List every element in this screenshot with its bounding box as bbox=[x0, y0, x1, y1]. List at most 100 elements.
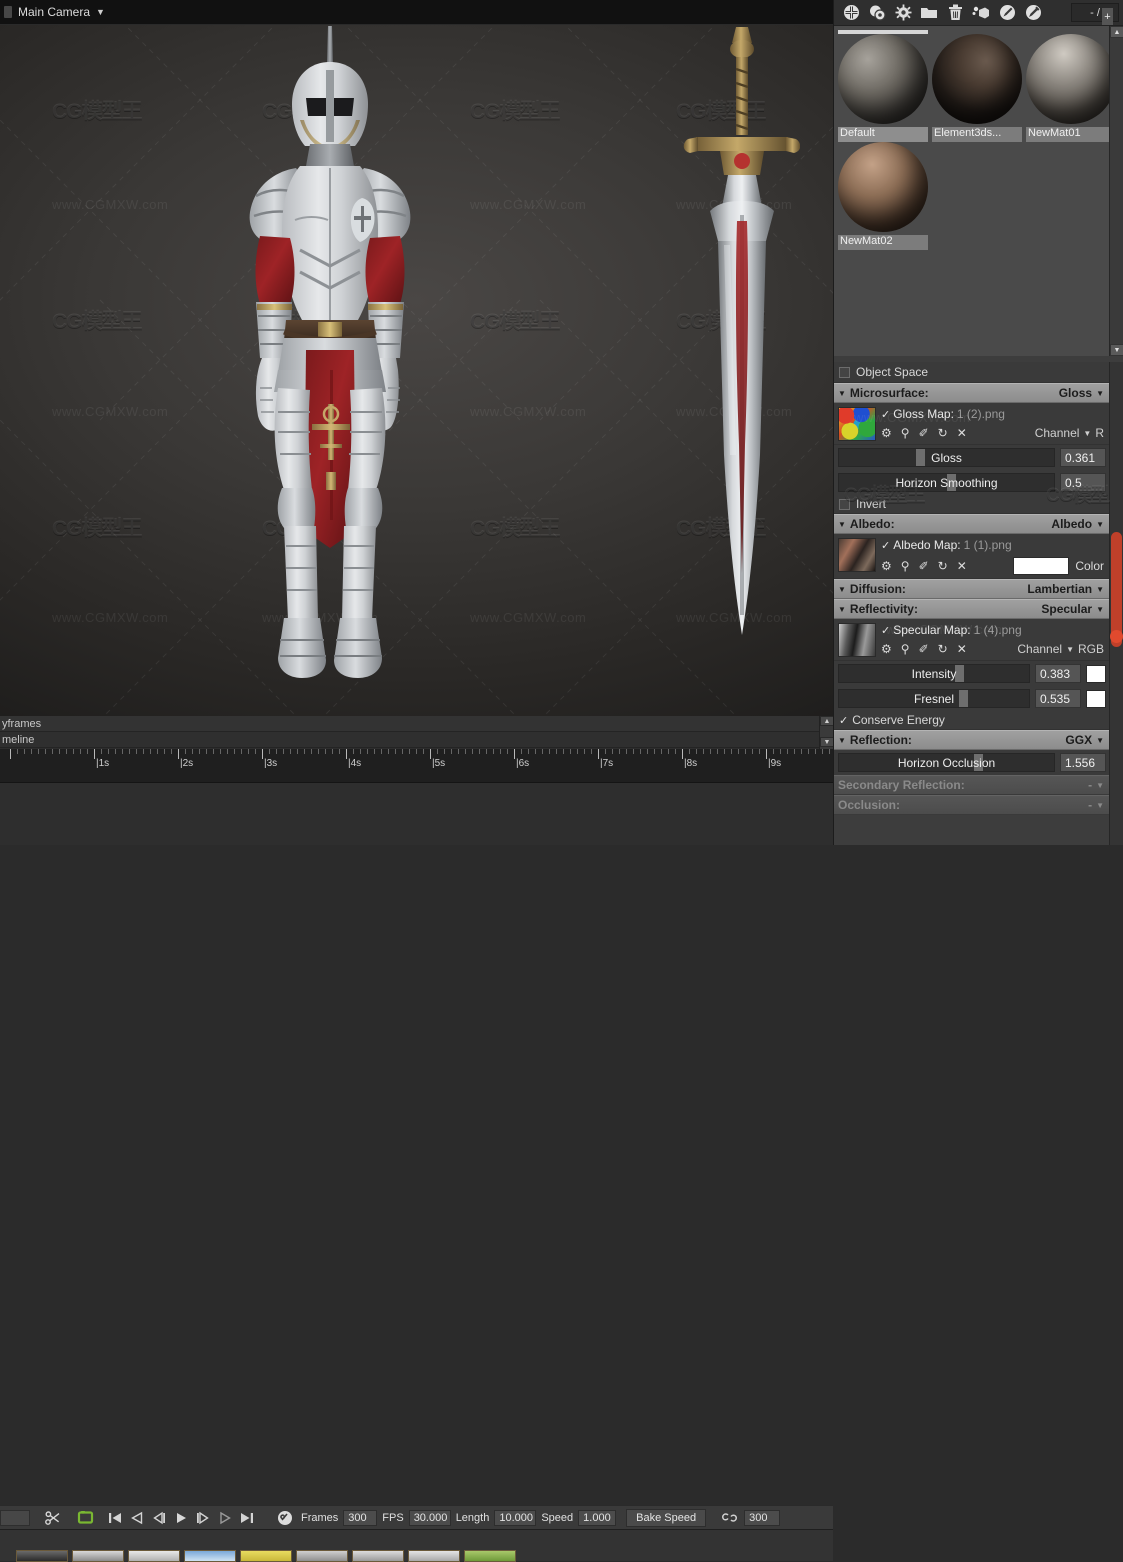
greatsword-model[interactable] bbox=[680, 25, 800, 655]
asset-thumbnail[interactable] bbox=[408, 1550, 460, 1562]
open-folder-icon[interactable] bbox=[916, 2, 942, 24]
material-grid[interactable]: Default Element3ds... NewMat01 NewMat02 bbox=[834, 26, 1116, 356]
gloss-slider-handle[interactable] bbox=[916, 449, 926, 466]
next-key-icon[interactable] bbox=[214, 1507, 236, 1529]
pick-material-icon[interactable] bbox=[1020, 2, 1046, 24]
play-icon[interactable] bbox=[170, 1507, 192, 1529]
timeline-scrollbar[interactable]: ▲ ▼ bbox=[819, 716, 834, 749]
asset-thumbnail[interactable] bbox=[128, 1550, 180, 1562]
scroll-up-icon[interactable]: ▲ bbox=[1110, 26, 1123, 38]
speed-input[interactable]: 1.000 bbox=[578, 1509, 617, 1526]
settings-material-icon[interactable] bbox=[890, 2, 916, 24]
chevron-down-icon[interactable]: ▼ bbox=[1096, 520, 1104, 529]
keyframes-row[interactable]: yframes bbox=[0, 716, 833, 732]
link-value-input[interactable]: 300 bbox=[744, 1509, 781, 1526]
material-item[interactable]: NewMat01 bbox=[1026, 34, 1116, 142]
bake-speed-button[interactable]: Bake Speed bbox=[626, 1508, 707, 1527]
material-item[interactable]: Element3ds... bbox=[932, 34, 1022, 142]
gear-icon[interactable]: ⚙ bbox=[881, 642, 892, 656]
gloss-slider[interactable]: Gloss bbox=[838, 448, 1055, 467]
chevron-down-icon[interactable]: ▼ bbox=[1096, 585, 1104, 594]
section-header-diffusion[interactable]: ▼ Diffusion: Lambertian ▼ bbox=[834, 579, 1110, 599]
asset-thumbnail[interactable] bbox=[352, 1550, 404, 1562]
close-icon[interactable]: ✕ bbox=[957, 426, 967, 440]
chevron-down-icon[interactable]: ▼ bbox=[1096, 389, 1104, 398]
knight-character-model[interactable] bbox=[150, 20, 510, 700]
gloss-map-enabled-check[interactable]: ✓ bbox=[881, 408, 890, 421]
horizon-occlusion-slider[interactable]: Horizon Occlusion bbox=[838, 753, 1055, 772]
albedo-mode[interactable]: Albedo bbox=[1051, 517, 1092, 531]
timeline-handle[interactable] bbox=[0, 1509, 30, 1526]
intensity-row[interactable]: Intensity 0.383 bbox=[834, 661, 1110, 686]
fresnel-row[interactable]: Fresnel 0.535 bbox=[834, 686, 1110, 711]
key-icon[interactable] bbox=[274, 1507, 296, 1529]
chevron-down-icon[interactable]: ▼ bbox=[1096, 605, 1104, 614]
scroll-down-icon[interactable]: ▼ bbox=[1110, 344, 1123, 356]
scroll-up-icon[interactable]: ▲ bbox=[820, 716, 834, 726]
asset-thumbnail[interactable] bbox=[240, 1550, 292, 1562]
fps-input[interactable]: 30.000 bbox=[408, 1509, 451, 1526]
pencil-icon[interactable]: ✐ bbox=[919, 642, 929, 656]
specular-channel-selector[interactable]: Channel ▼ RGB bbox=[1017, 642, 1104, 656]
fresnel-slider-handle[interactable] bbox=[958, 690, 968, 707]
duplicate-material-icon[interactable] bbox=[864, 2, 890, 24]
horizon-smoothing-row[interactable]: Horizon Smoothing 0.5 bbox=[834, 470, 1110, 495]
asset-thumbnail[interactable] bbox=[16, 1550, 68, 1562]
conserve-energy-check[interactable]: ✓ bbox=[839, 714, 848, 727]
chevron-down-icon[interactable]: ▼ bbox=[838, 389, 846, 398]
object-space-row[interactable]: Object Space bbox=[834, 362, 1110, 383]
search-icon[interactable]: ⚲ bbox=[901, 559, 910, 573]
camera-name[interactable]: Main Camera bbox=[18, 5, 90, 19]
length-input[interactable]: 10.000 bbox=[494, 1509, 537, 1526]
material-item[interactable]: NewMat02 bbox=[838, 142, 928, 250]
horizon-smoothing-value[interactable]: 0.5 bbox=[1060, 473, 1106, 492]
horizon-smoothing-slider[interactable]: Horizon Smoothing bbox=[838, 473, 1055, 492]
material-properties[interactable]: Object Space ▼ Microsurface: Gloss ▼ ✓ G… bbox=[834, 362, 1110, 845]
fresnel-slider[interactable]: Fresnel bbox=[838, 689, 1030, 708]
albedo-map-enabled-check[interactable]: ✓ bbox=[881, 539, 890, 552]
delete-material-icon[interactable] bbox=[942, 2, 968, 24]
chevron-down-icon[interactable]: ▼ bbox=[96, 7, 105, 17]
horizon-occlusion-row[interactable]: Horizon Occlusion 1.556 bbox=[834, 750, 1110, 775]
section-header-secondary-reflection[interactable]: Secondary Reflection: - ▼ bbox=[834, 775, 1110, 795]
chevron-down-icon[interactable]: ▼ bbox=[838, 736, 846, 745]
intensity-slider[interactable]: Intensity bbox=[838, 664, 1030, 683]
play-reverse-icon[interactable] bbox=[126, 1507, 148, 1529]
timeline-row[interactable]: meline bbox=[0, 732, 833, 748]
asset-thumbnail-strip[interactable] bbox=[0, 1529, 833, 1562]
properties-scroll-knob[interactable] bbox=[1110, 630, 1123, 643]
section-header-albedo[interactable]: ▼ Albedo: Albedo ▼ bbox=[834, 514, 1110, 534]
close-icon[interactable]: ✕ bbox=[957, 559, 967, 573]
section-header-microsurface[interactable]: ▼ Microsurface: Gloss ▼ bbox=[834, 383, 1110, 403]
scroll-down-icon[interactable]: ▼ bbox=[820, 737, 834, 747]
loop-icon[interactable] bbox=[74, 1507, 96, 1529]
chevron-down-icon[interactable]: ▼ bbox=[838, 520, 846, 529]
material-preview-sphere[interactable] bbox=[838, 34, 928, 124]
chevron-down-icon[interactable]: ▼ bbox=[838, 585, 846, 594]
intensity-color-swatch[interactable] bbox=[1086, 664, 1106, 683]
intensity-value[interactable]: 0.383 bbox=[1035, 664, 1081, 683]
chevron-down-icon[interactable]: ▼ bbox=[1096, 781, 1104, 790]
horizon-occlusion-value[interactable]: 1.556 bbox=[1060, 753, 1106, 772]
asset-thumbnail[interactable] bbox=[296, 1550, 348, 1562]
asset-thumbnail[interactable] bbox=[184, 1550, 236, 1562]
chevron-down-icon[interactable]: ▼ bbox=[1096, 801, 1104, 810]
diffusion-mode[interactable]: Lambertian bbox=[1027, 582, 1092, 596]
chevron-down-icon[interactable]: ▼ bbox=[838, 605, 846, 614]
camera-pin-icon[interactable] bbox=[4, 6, 12, 18]
section-header-reflection[interactable]: ▼ Reflection: GGX ▼ bbox=[834, 730, 1110, 750]
reload-icon[interactable]: ↻ bbox=[938, 559, 948, 573]
invert-row[interactable]: Invert bbox=[834, 495, 1110, 514]
gear-icon[interactable]: ⚙ bbox=[881, 559, 892, 573]
invert-checkbox[interactable] bbox=[839, 498, 850, 510]
secondary-reflection-mode[interactable]: - bbox=[1088, 778, 1092, 792]
specular-map-enabled-check[interactable]: ✓ bbox=[881, 624, 890, 637]
albedo-color-swatch[interactable] bbox=[1013, 557, 1070, 575]
time-ruler[interactable]: |1s|2s|3s|4s|5s|6s|7s|8s|9s :00.01 bbox=[0, 749, 833, 783]
material-preview-sphere[interactable] bbox=[932, 34, 1022, 124]
page-next-button[interactable]: + bbox=[1102, 8, 1113, 25]
reload-icon[interactable]: ↻ bbox=[938, 642, 948, 656]
scissors-icon[interactable] bbox=[42, 1507, 64, 1529]
skip-to-end-icon[interactable] bbox=[236, 1507, 258, 1529]
gloss-channel-selector[interactable]: Channel ▼ R bbox=[1035, 426, 1104, 440]
